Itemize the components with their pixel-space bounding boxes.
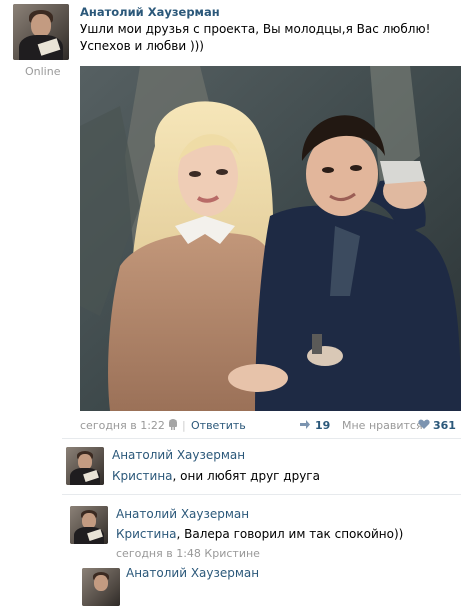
comment-2-to[interactable]: Кристине [204, 547, 260, 560]
comment-1-text: Кристина, они любят друг друга [112, 469, 320, 483]
share-icon[interactable] [299, 419, 311, 433]
comment-2-text: Кристина, Валера говорил им так спокойно… [116, 527, 403, 541]
post-text: Ушли мои друзья с проекта, Вы молодцы,я … [80, 21, 460, 55]
post-time[interactable]: сегодня в 1:22 [80, 419, 165, 432]
comment-2-addressee[interactable]: Кристина [116, 527, 177, 541]
heart-icon[interactable] [418, 419, 430, 432]
online-status: Online [25, 65, 61, 78]
like-count[interactable]: 361 [433, 419, 456, 432]
post-author-avatar[interactable] [13, 4, 69, 60]
comment-2-time[interactable]: сегодня в 1:48 [116, 547, 201, 560]
share-count[interactable]: 19 [315, 419, 330, 432]
comment-2-author[interactable]: Анатолий Хаузерман [116, 507, 249, 521]
post-photo[interactable] [80, 66, 461, 411]
comment-1-addressee[interactable]: Кристина [112, 469, 173, 483]
meta-separator: | [182, 419, 186, 432]
comment-3-avatar[interactable] [82, 568, 120, 606]
comment-1-body: , они любят друг друга [172, 469, 320, 483]
android-icon [168, 418, 178, 433]
comment-2-body: , Валера говорил им так спокойно)) [176, 527, 404, 541]
comment-2-meta: сегодня в 1:48 Кристине [116, 547, 260, 560]
comment-2-avatar[interactable] [70, 506, 108, 544]
post-meta-bar: сегодня в 1:22 | Ответить 19 Мне нравитс… [80, 417, 461, 433]
post-author-name[interactable]: Анатолий Хаузерман [80, 5, 220, 19]
comments-divider [62, 438, 461, 439]
post-text-line-2: Успехов и любви ))) [80, 39, 204, 53]
comment-1-author[interactable]: Анатолий Хаузерман [112, 448, 245, 462]
like-label[interactable]: Мне нравится [342, 419, 423, 432]
post-text-line-1: Ушли мои друзья с проекта, Вы молодцы,я … [80, 22, 431, 36]
comment-3-author[interactable]: Анатолий Хаузерман [126, 566, 259, 580]
comment-divider-1 [62, 494, 461, 495]
photo-image [80, 66, 461, 411]
comment-1-avatar[interactable] [66, 447, 104, 485]
reply-link[interactable]: Ответить [191, 419, 246, 432]
